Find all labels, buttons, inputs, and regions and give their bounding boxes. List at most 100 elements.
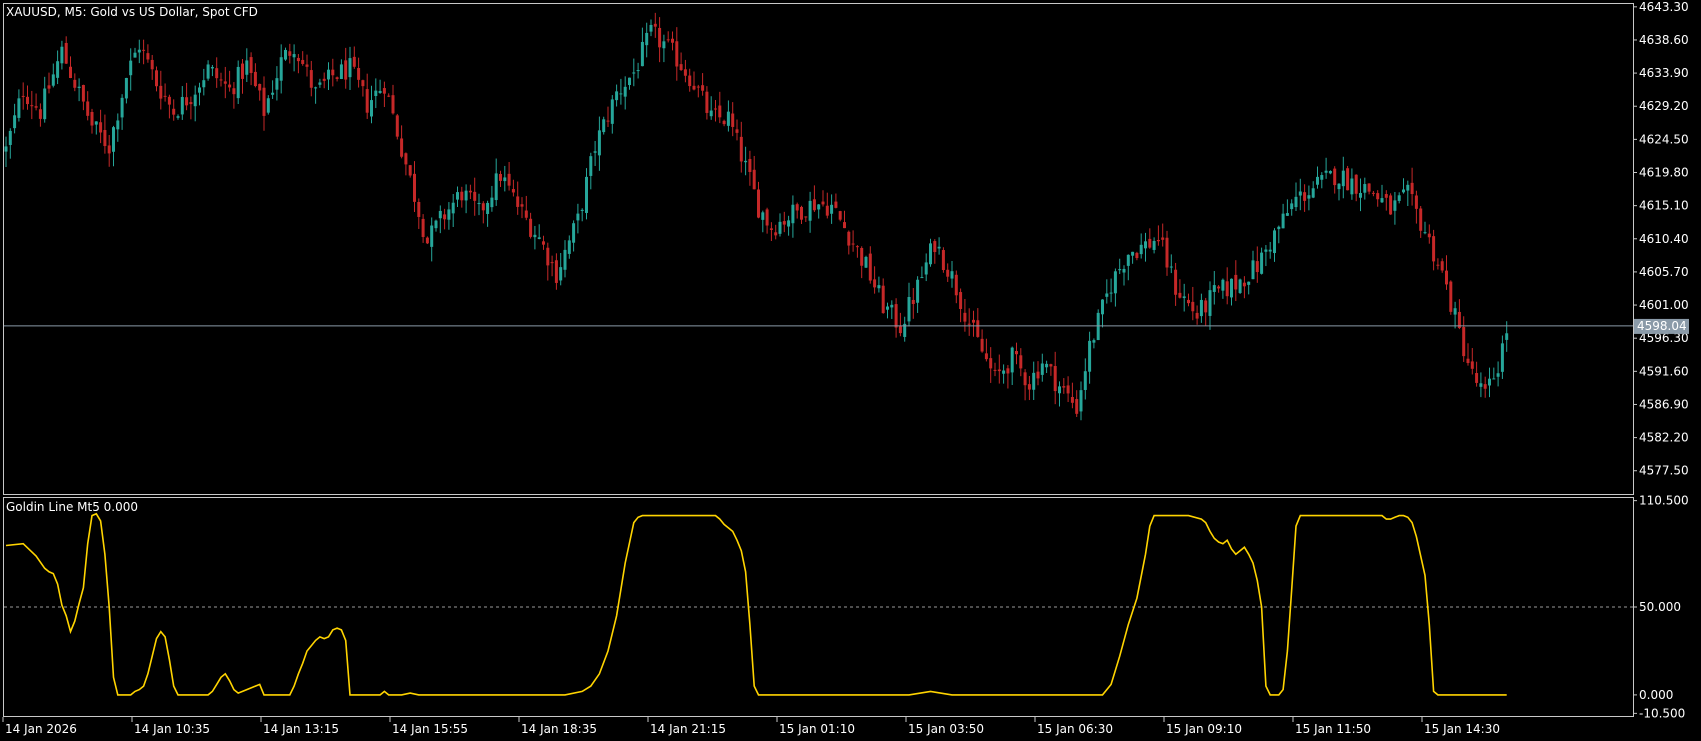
candle-bull [1058, 386, 1061, 394]
candle-bear [1191, 301, 1195, 312]
candle-bull [137, 49, 141, 53]
candle-bear [1466, 358, 1470, 364]
candle-bull [1199, 299, 1203, 317]
candle-bull [1152, 240, 1156, 250]
candle-bear [21, 95, 25, 97]
chart[interactable]: XAUUSD, M5: Gold vs US Dollar, Spot CFD … [0, 0, 1701, 741]
candle-bear [382, 88, 386, 94]
candle-bull [120, 97, 124, 118]
candle-bull [636, 70, 640, 72]
candle-bull [907, 296, 911, 322]
candle-bull [56, 61, 60, 78]
candle-bull [1307, 195, 1311, 199]
candle-bear [757, 189, 760, 218]
candle-bear [499, 173, 502, 181]
candle-bear [159, 85, 163, 99]
price-axis[interactable]: 4643.30 4638.60 4633.90 4629.20 4624.50 4619.… [1633, 0, 1689, 478]
candle-bear [473, 191, 477, 201]
candle-bull [1105, 293, 1109, 297]
candle-bear [1234, 274, 1238, 290]
price-tick-label: 4582.20 [1639, 431, 1689, 445]
candle-bull [1221, 279, 1225, 291]
candle-bull [1500, 343, 1504, 372]
price-tick-label: 4638.60 [1639, 33, 1689, 47]
candle-bear [1036, 371, 1040, 379]
candle-bull [1505, 333, 1509, 340]
time-tick-label: 14 Jan 15:55 [392, 722, 468, 736]
candle-bull [438, 210, 442, 219]
candle-bull [348, 58, 352, 78]
candle-bear [1049, 364, 1053, 367]
candle-bull [623, 86, 627, 97]
candle-bear [344, 60, 348, 80]
candle-bull [662, 41, 666, 49]
candle-bear [1178, 292, 1182, 298]
candle-bear [365, 89, 369, 113]
candle-bull [1268, 249, 1272, 252]
candle-bear [155, 70, 158, 87]
candle-bear [395, 115, 399, 137]
indicator-tick-label: 0.000 [1639, 688, 1673, 702]
candle-bull [1337, 183, 1341, 190]
candle-bear [868, 253, 872, 281]
candle-bear [322, 78, 326, 81]
candle-bull [1230, 278, 1233, 298]
candle-bull [1238, 279, 1242, 293]
candle-bear [38, 109, 42, 119]
candle-bear [90, 112, 94, 126]
candle-bull [1247, 281, 1251, 285]
candle-bear [425, 237, 429, 244]
candle-bear [481, 203, 485, 211]
candle-bull [950, 271, 954, 279]
candle-bull [94, 121, 98, 125]
candle-bear [795, 204, 799, 211]
candle-bear [391, 95, 395, 114]
candle-bull [787, 220, 791, 227]
candle-bear [511, 189, 515, 193]
candle-bull [1341, 170, 1345, 187]
candle-bear [1015, 351, 1018, 355]
candle-bear [400, 138, 404, 157]
candle-bull [198, 87, 201, 93]
candle-bear [1187, 299, 1190, 304]
candle-bull [1397, 195, 1401, 201]
candle-bear [1225, 281, 1229, 297]
candle-bear [1462, 327, 1466, 357]
candle-bear [1445, 270, 1448, 285]
candle-bull [4, 146, 8, 152]
candle-bull [434, 220, 438, 229]
candle-bull [1479, 383, 1483, 387]
candle-bear [228, 84, 232, 88]
candle-bull [1453, 308, 1457, 315]
candle-bull [537, 237, 541, 240]
candle-bear [1432, 236, 1436, 262]
candle-bull [202, 80, 206, 88]
candle-bull [370, 100, 373, 117]
price-tick-label: 4605.70 [1639, 265, 1689, 279]
candle-bear [1346, 168, 1350, 191]
candle-bull [610, 99, 614, 124]
candle-bear [774, 232, 778, 236]
candle-bull [808, 200, 812, 221]
indicator-tick-label: 110.500 [1639, 494, 1689, 508]
candle-bull [206, 64, 210, 79]
candle-bear [232, 88, 236, 95]
candle-bull [602, 119, 606, 133]
candle-bull [1492, 378, 1496, 380]
candle-bear [296, 57, 300, 62]
candle-bear [972, 319, 975, 323]
candle-bear [26, 96, 29, 105]
candle-bear [1195, 312, 1199, 319]
candle-bear [911, 299, 915, 304]
candle-bear [404, 153, 408, 165]
price-tick-label: 4629.20 [1639, 99, 1689, 113]
candle-bull [503, 177, 507, 182]
candle-bear [769, 228, 773, 230]
candle-bear [993, 369, 997, 371]
time-tick-label: 15 Jan 09:10 [1166, 722, 1242, 736]
candle-bull [920, 277, 924, 279]
candle-bull [597, 130, 601, 156]
candle-bull [572, 223, 576, 243]
candle-bull [486, 202, 490, 214]
candle-bull [327, 69, 330, 80]
